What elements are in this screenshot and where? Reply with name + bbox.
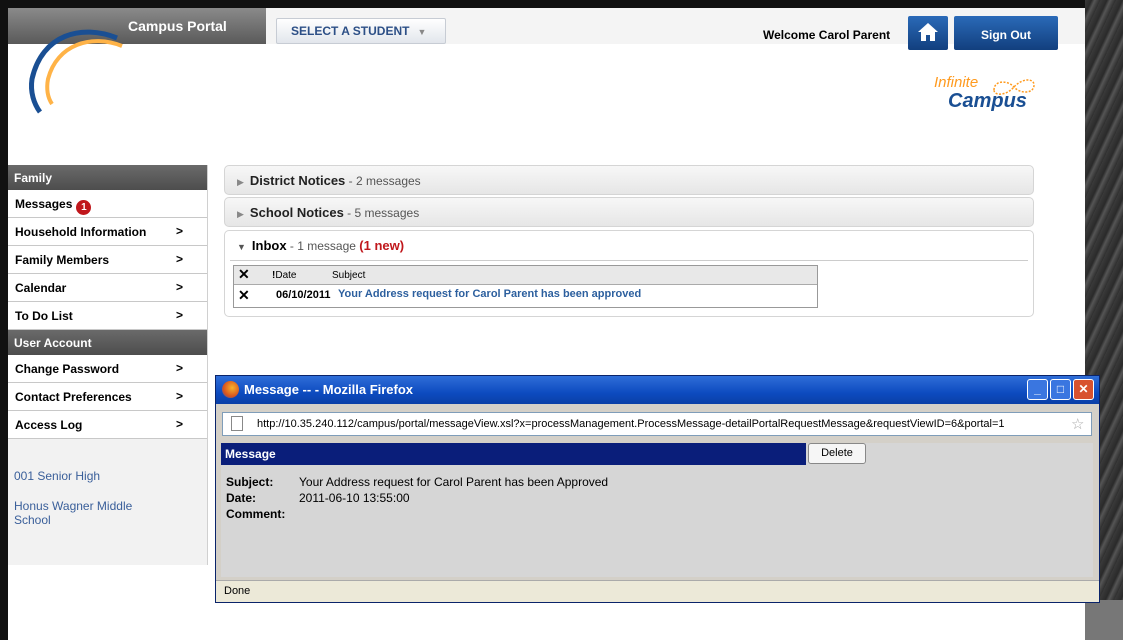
inbox-new-count: (1 new) (359, 238, 405, 253)
column-header-subject[interactable]: Subject (332, 270, 365, 281)
column-header-date[interactable]: !Date (272, 270, 296, 281)
inbox-count: - 1 message (286, 239, 360, 253)
sidebar-item-messages[interactable]: Messages 1 (8, 190, 207, 218)
sidebar-item-label: Contact Preferences (15, 390, 132, 404)
chevron-down-icon: ▼ (237, 242, 246, 252)
popup-title: Message -- - Mozilla Firefox (244, 382, 414, 397)
district-notices-panel[interactable]: ▶ District Notices - 2 messages (224, 165, 1034, 195)
chevron-right-icon: > (176, 224, 184, 238)
status-bar: Done (216, 580, 1099, 602)
inbox-header[interactable]: ▼ Inbox - 1 message (1 new) (237, 238, 404, 253)
sidebar-item-label: To Do List (15, 309, 73, 323)
popup-title-bar[interactable]: Message -- - Mozilla Firefox _ □ ✕ (216, 376, 1099, 404)
popup-content: Message Delete Subject: Your Address requ… (221, 443, 1093, 577)
sidebar-item-label: Family Members (15, 253, 110, 267)
sidebar-item-label: Household Information (15, 225, 147, 239)
delete-button[interactable]: Delete (808, 443, 866, 464)
chevron-right-icon: > (176, 389, 184, 403)
sidebar-item-label: Calendar (15, 281, 67, 295)
school-link-middle-school[interactable]: Honus Wagner Middle (14, 499, 132, 513)
inbox-title: Inbox (251, 238, 287, 253)
logo-campus: Campus (948, 90, 1027, 112)
firefox-icon (222, 381, 239, 398)
school-notices-panel[interactable]: ▶ School Notices - 5 messages (224, 197, 1034, 227)
column-header-date-label: Date (275, 270, 297, 281)
school-notices-title: School Notices (249, 205, 344, 220)
subject-value: Your Address request for Carol Parent ha… (299, 475, 609, 489)
welcome-text: Welcome Carol Parent (763, 28, 891, 42)
campus-swoosh-logo (29, 29, 123, 114)
date-label: Date: (226, 491, 257, 505)
unread-count-badge: 1 (76, 200, 92, 215)
maximize-button[interactable]: □ (1050, 379, 1071, 400)
sidebar-item-label: Access Log (15, 418, 83, 432)
sign-out-button[interactable]: Sign Out (954, 16, 1058, 50)
message-popup-window: Message -- - Mozilla Firefox _ □ ✕ http:… (215, 375, 1100, 603)
address-bar[interactable]: http://10.35.240.112/campus/portal/messa… (222, 412, 1092, 436)
message-subject-link[interactable]: Your Address request for Carol Parent ha… (338, 288, 641, 300)
sidebar-item-label: Messages (15, 197, 73, 211)
sidebar-section-user-account: User Account (8, 330, 207, 355)
chevron-right-icon: ▶ (237, 177, 244, 187)
chevron-right-icon: > (176, 361, 184, 375)
table-row[interactable]: ✕ 06/10/2011 Your Address request for Ca… (234, 285, 817, 307)
home-icon (918, 23, 938, 41)
sidebar: Family Messages 1 Household Information > … (8, 165, 208, 565)
portal-title: Campus Portal (128, 18, 227, 34)
select-student-dropdown[interactable]: SELECT A STUDENT ▼ (276, 18, 446, 44)
table-header: ✕ !Date Subject (234, 266, 817, 285)
portal-header: Campus Portal SELECT A STUDENT ▼ Welcome … (8, 8, 1085, 158)
select-student-label: SELECT A STUDENT (291, 24, 410, 38)
school-link-senior-high[interactable]: 001 Senior High (14, 469, 100, 483)
window-frame-left (0, 0, 8, 640)
chevron-right-icon: > (176, 252, 184, 266)
comment-row: Comment: (226, 507, 299, 521)
sidebar-item-calendar[interactable]: Calendar > (8, 274, 207, 302)
sidebar-item-access-log[interactable]: Access Log > (8, 411, 207, 439)
school-link-middle-school-line2[interactable]: School (14, 513, 51, 527)
delete-message-icon[interactable]: ✕ (238, 287, 250, 304)
chevron-right-icon: ▶ (237, 209, 244, 219)
page-icon (231, 416, 243, 431)
date-value: 2011-06-10 13:55:00 (299, 491, 410, 505)
window-frame-top (0, 0, 1123, 8)
district-notices-title: District Notices (249, 173, 346, 188)
sidebar-item-to-do-list[interactable]: To Do List > (8, 302, 207, 330)
bookmark-star-icon[interactable]: ☆ (1071, 415, 1084, 433)
inbox-table: ✕ !Date Subject ✕ 06/10/2011 Your Addres… (233, 265, 818, 308)
chevron-right-icon: > (176, 308, 184, 322)
chevron-right-icon: > (176, 280, 184, 294)
message-date: 06/10/2011 (276, 289, 331, 301)
comment-label: Comment: (226, 507, 286, 521)
chevron-right-icon: > (176, 417, 184, 431)
district-notices-count: - 2 messages (345, 174, 421, 188)
sidebar-item-family-members[interactable]: Family Members > (8, 246, 207, 274)
chevron-down-icon: ▼ (417, 27, 427, 37)
inbox-panel: ▼ Inbox - 1 message (1 new) ✕ !Date Subje… (224, 230, 1034, 317)
message-header-bar: Message (221, 443, 806, 465)
sidebar-item-label: Change Password (15, 362, 120, 376)
sidebar-section-family: Family (8, 165, 207, 190)
subject-row: Subject: Your Address request for Carol P… (226, 475, 608, 489)
sidebar-item-household-information[interactable]: Household Information > (8, 218, 207, 246)
school-notices-count: - 5 messages (343, 206, 420, 220)
logo-infinite: Infinite (934, 74, 979, 91)
subject-label: Subject: (226, 475, 274, 489)
minimize-button[interactable]: _ (1027, 379, 1048, 400)
sidebar-item-change-password[interactable]: Change Password > (8, 355, 207, 383)
date-row: Date: 2011-06-10 13:55:00 (226, 491, 410, 505)
divider (230, 260, 1028, 261)
delete-all-icon[interactable]: ✕ (238, 266, 250, 283)
desktop-background-bottom (1085, 600, 1123, 640)
sidebar-item-contact-preferences[interactable]: Contact Preferences > (8, 383, 207, 411)
address-bar-url: http://10.35.240.112/campus/portal/messa… (257, 418, 1005, 430)
infinite-campus-logo: Infinite Campus (928, 74, 1048, 114)
close-button[interactable]: ✕ (1073, 379, 1094, 400)
home-button[interactable] (908, 16, 948, 50)
